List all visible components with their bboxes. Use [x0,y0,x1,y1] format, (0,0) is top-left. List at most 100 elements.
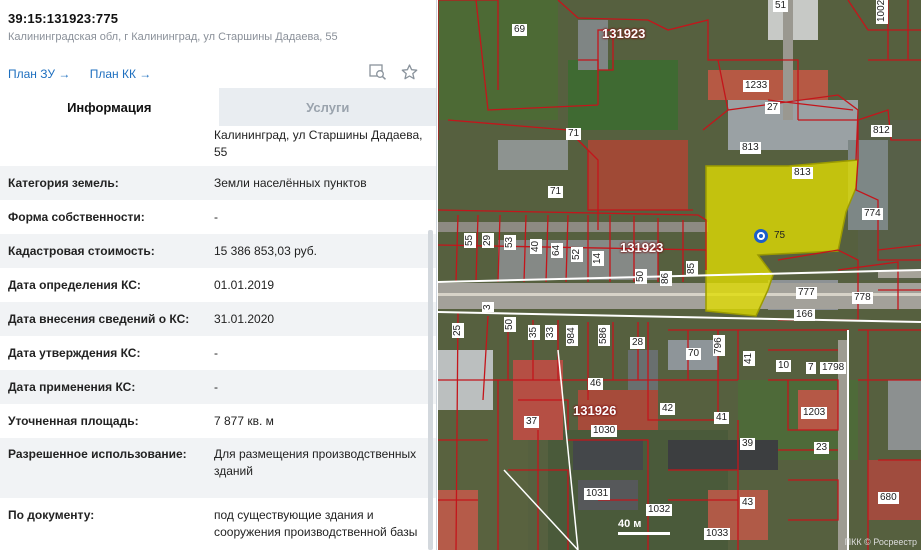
parcel-label: 10 [776,360,792,372]
address-continuation: Калининград, ул Старшины Дадаева, 55 [0,126,436,166]
parcel-label: 25 [452,322,464,338]
parcel-label: 50 [635,268,647,284]
row-value: 31.01.2020 [214,312,275,326]
parcel-label: 7 [806,362,816,374]
parcel-label: 71 [566,128,582,140]
row-value: - [214,380,218,394]
parcel-label: 1233 [743,80,770,92]
parcel-label: 50 [504,316,516,332]
info-row: Категория земель: Земли населённых пункто… [0,166,436,200]
row-label: Дата внесения сведений о КС: [8,312,190,326]
row-label: Дата утверждения КС: [8,346,141,360]
parcel-label: 812 [871,125,892,137]
row-label: Дата определения КС: [8,278,141,292]
row-value: 7 877 кв. м [214,414,274,428]
info-panel: 39:15:131923:775 Калининградская обл, г … [0,0,437,550]
parcel-label: 1798 [820,362,847,374]
parcel-label: 984 [566,325,578,346]
row-label: Форма собственности: [8,210,145,224]
parcel-label: 1032 [646,504,673,516]
parcel-label: 778 [852,292,873,304]
block-number: 131923 [620,240,664,255]
parcel-label: 796 [713,335,725,356]
parcel-label: 69 [512,24,528,36]
parcel-label: 813 [792,167,813,179]
parcel-label: 52 [571,246,583,262]
map-scale: 40 м [618,518,670,535]
row-value: 15 386 853,03 руб. [214,244,317,258]
parcel-label: 40 [530,238,542,254]
row-value: - [214,210,218,224]
plan-links: План ЗУ → План КК → [8,67,167,81]
row-label: По документу: [8,508,95,522]
info-row: Уточненная площадь: 7 877 кв. м [0,404,436,438]
parcel-label: 41 [714,412,730,424]
parcel-label: 46 [588,378,604,390]
row-label: Кадастровая стоимость: [8,244,155,258]
search-map-icon[interactable] [369,64,387,80]
parcel-label: 1031 [584,488,611,500]
row-value: - [214,346,218,360]
parcel-label: 37 [524,416,540,428]
scale-label: 40 м [618,518,642,530]
parcel-label: 680 [878,492,899,504]
row-value: 01.01.2019 [214,278,275,292]
parcel-label: 28 [630,337,646,349]
parcel-label: 39 [740,438,756,450]
info-list: Калининград, ул Старшины Дадаева, 55 Кат… [0,126,436,550]
row-label: Уточненная площадь: [8,414,139,428]
cadastral-map[interactable]: 131923 131923 131926 69 51 1002 1233 27 … [438,0,921,550]
info-row: Дата применения КС: - [0,370,436,404]
parcel-label: 41 [743,350,755,366]
plan-kk-link[interactable]: План КК → [90,67,152,81]
info-row: Дата внесения сведений о КС: 31.01.2020 [0,302,436,336]
row-label: Дата применения КС: [8,380,136,394]
row-value: Земли населённых пунктов [214,176,367,190]
parcel-label: 14 [592,250,604,266]
parcel-label: 1030 [591,425,618,437]
panel-scrollbar[interactable] [428,230,433,550]
parcel-label: 1002 [876,0,888,24]
parcel-label: 27 [765,102,781,114]
parcel-label: 777 [796,287,817,299]
parcel-label: 33 [545,324,557,340]
parcel-label: 166 [794,309,815,321]
header-tools [369,64,418,80]
parcel-address: Калининградская обл, г Калининград, ул С… [8,31,338,43]
row-value: Для размещения производственных зданий [214,447,417,478]
info-row: Дата утверждения КС: - [0,336,436,370]
parcel-label: 55 [464,232,476,248]
info-row: По документу: под существующие здания и с… [0,498,436,550]
tab-info[interactable]: Информация [0,88,219,126]
tab-bar: Информация Услуги [0,88,436,126]
parcel-label: 42 [660,403,676,415]
info-row: Кадастровая стоимость: 15 386 853,03 руб. [0,234,436,268]
parcel-label: 774 [862,208,883,220]
row-label: Категория земель: [8,176,119,190]
parcel-label: 70 [686,348,702,360]
parcel-label: 813 [740,142,761,154]
parcel-label: 86 [660,270,672,286]
location-pin-icon[interactable] [754,229,768,243]
parcel-label: 35 [528,324,540,340]
parcel-label: 1203 [801,407,828,419]
parcel-label: 23 [814,442,830,454]
info-row: Форма собственности: - [0,200,436,234]
block-number: 131926 [573,403,617,418]
tab-services[interactable]: Услуги [218,88,436,126]
star-icon[interactable] [401,64,418,80]
block-number: 131923 [602,26,646,41]
panel-header: 39:15:131923:775 Калининградская обл, г … [0,0,436,88]
info-row: Разрешенное использование: Для размещения… [0,438,436,498]
parcel-label: 43 [740,497,756,509]
cadastral-number: 39:15:131923:775 [8,11,119,26]
parcel-label: 29 [482,232,494,248]
parcel-label: 1033 [704,528,731,540]
plan-zu-link[interactable]: План ЗУ → [8,67,70,81]
scale-bar [618,532,670,535]
parcel-label: 53 [504,234,516,250]
parcel-label: 64 [551,242,563,258]
parcel-label: 71 [548,186,564,198]
map-imagery [438,0,921,550]
row-label: Разрешенное использование: [8,447,187,461]
